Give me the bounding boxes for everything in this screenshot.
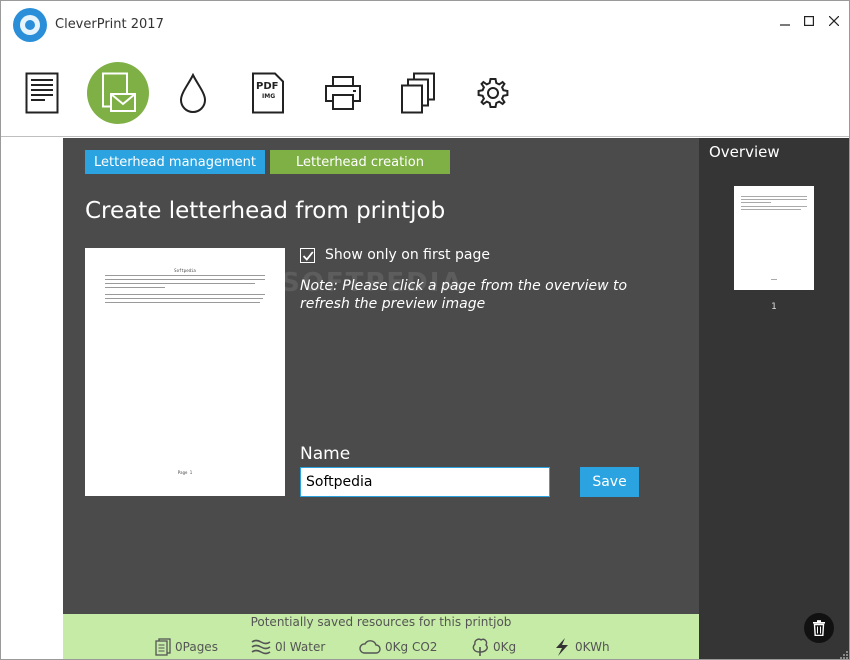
document-icon[interactable] [11,62,73,124]
minimize-icon[interactable] [775,11,795,31]
page-title: Create letterhead from printjob [85,198,446,224]
overview-page-number: 1 [771,302,777,312]
stat-water: 0l Water [251,636,325,658]
preview-doc-footer: Page 1 [177,470,193,475]
footer-title: Potentially saved resources for this pri… [250,615,512,629]
stat-energy: 0 KWh [553,636,610,658]
stat-wood-unit: Kg [500,640,517,654]
close-icon[interactable] [824,11,844,31]
tab-letterhead-management[interactable]: Letterhead management [85,150,265,174]
tab-letterhead-creation[interactable]: Letterhead creation [270,150,450,174]
overview-page-thumbnail[interactable] [734,186,814,290]
stat-water-value: 0 [275,640,283,654]
overview-title: Overview [709,143,780,161]
stat-energy-unit: KWh [582,640,610,654]
energy-icon [556,638,568,656]
letterhead-icon[interactable] [87,62,149,124]
maximize-icon[interactable] [799,11,819,31]
left-strip [1,138,63,614]
stat-energy-value: 0 [575,640,583,654]
stat-water-unit: l Water [282,640,326,654]
trash-icon[interactable] [804,613,834,643]
cloud-icon [359,640,381,654]
preview-text-line [105,279,265,280]
pdf-label: PDF [256,81,278,92]
stat-co2-value: 0 [385,640,393,654]
pages-icon [155,638,171,656]
stat-wood-value: 0 [493,640,501,654]
img-label: IMG [262,93,275,100]
letterhead-preview: Softpedia Page 1 [85,248,285,496]
preview-text-line [105,302,260,303]
resource-footer: Potentially saved resources for this pri… [63,614,699,659]
preview-doc-title: Softpedia [174,268,196,273]
ink-drop-icon[interactable] [162,62,224,124]
stat-pages: 0 Pages [155,636,218,658]
app-window: CleverPrint 2017 PDF IMG Letterhead mana… [0,0,850,660]
first-page-checkbox[interactable] [300,248,315,263]
stat-co2: 0 Kg CO2 [359,636,437,658]
main-panel: Letterhead management Letterhead creatio… [63,138,699,614]
main-toolbar: PDF IMG [1,49,849,137]
name-label: Name [300,444,351,464]
name-input[interactable] [300,467,550,497]
overview-panel: Overview 1 [699,138,849,659]
first-page-checkbox-label: Show only on first page [325,247,490,263]
stat-pages-unit: Pages [182,640,218,654]
app-logo-icon [13,8,47,42]
preview-text-line [105,298,263,299]
printer-icon[interactable] [312,62,374,124]
stat-wood: 0 Kg [471,636,516,658]
tree-icon [472,638,488,656]
stat-co2-unit: Kg CO2 [392,640,438,654]
title-bar: CleverPrint 2017 [1,1,849,49]
pdf-img-icon[interactable]: PDF IMG [237,62,299,124]
gear-icon[interactable] [462,62,524,124]
save-button[interactable]: Save [580,467,639,497]
stat-pages-value: 0 [175,640,183,654]
refresh-note: Note: Please click a page from the overv… [300,278,628,312]
preview-text-line [105,287,165,288]
preview-text-line [105,275,265,276]
copies-icon[interactable] [387,62,449,124]
app-title: CleverPrint 2017 [55,17,164,32]
preview-text-line [105,294,265,295]
resize-grip-icon[interactable] [837,647,849,659]
water-icon [251,639,271,655]
preview-text-line [105,283,255,284]
